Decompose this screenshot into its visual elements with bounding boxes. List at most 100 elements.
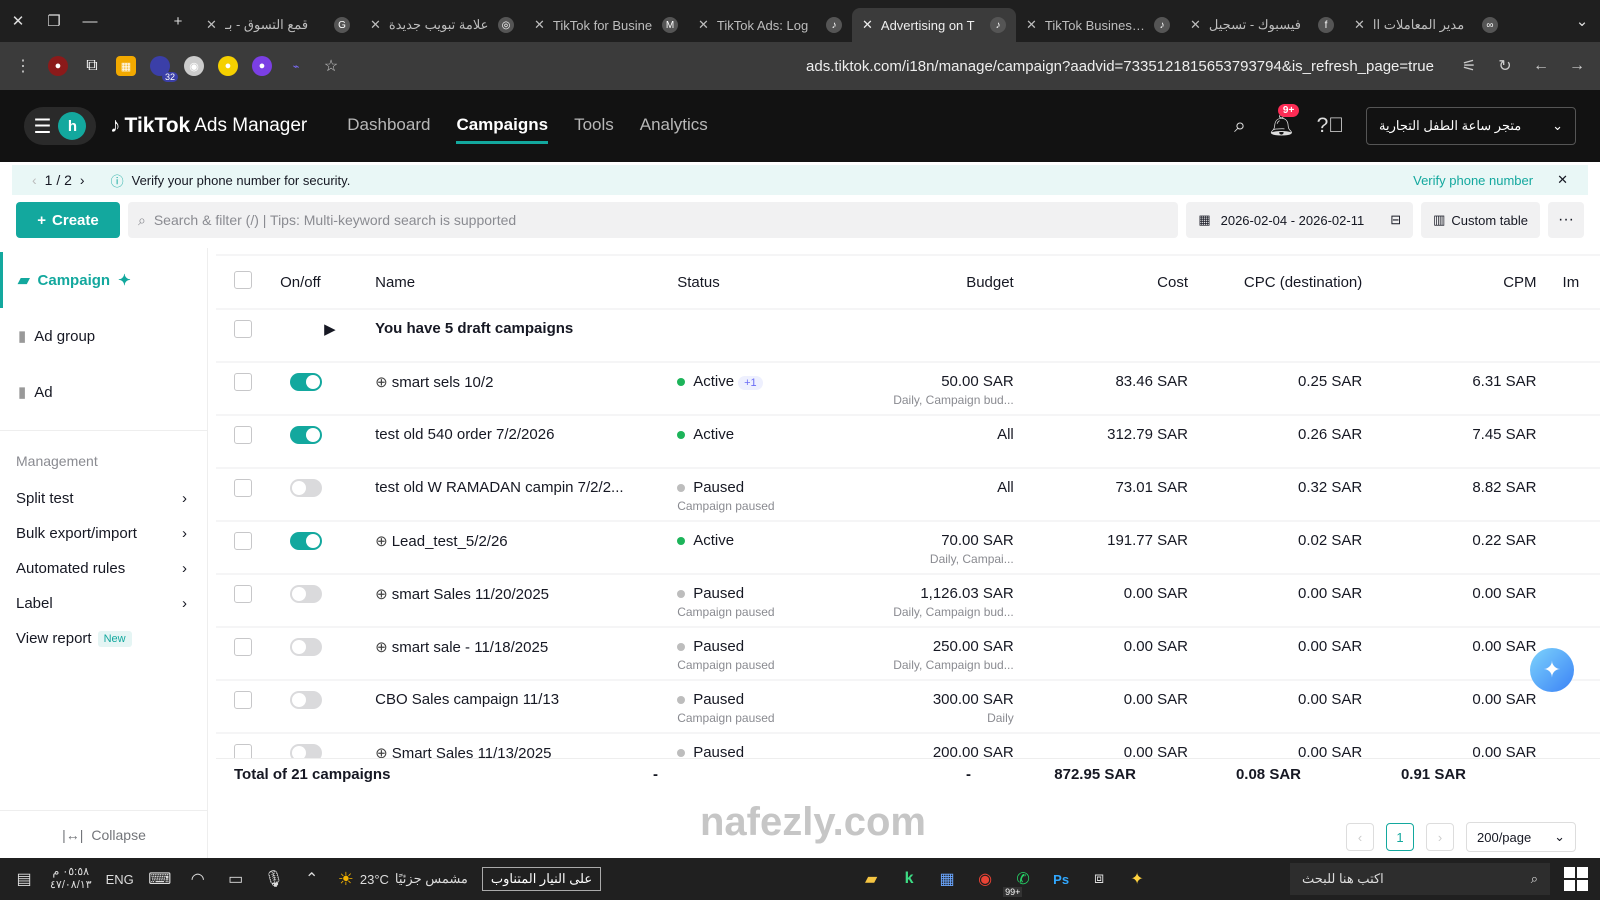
campaign-toggle[interactable] — [290, 479, 323, 497]
sidebar-item-bulk-export[interactable]: Bulk export/import › — [0, 516, 207, 551]
browser-tab[interactable]: ✕ TikTok Business C ♪ — [1016, 8, 1180, 42]
file-explorer-icon[interactable]: ▰ — [859, 867, 883, 891]
close-tab-icon[interactable]: ✕ — [1190, 17, 1201, 33]
campaign-name-link[interactable]: test old W RAMADAN campin 7/2/2... — [375, 479, 623, 496]
forward-icon[interactable]: → — [1566, 57, 1588, 75]
nav-campaigns[interactable]: Campaigns — [456, 109, 549, 144]
row-checkbox[interactable] — [234, 426, 252, 444]
avatar[interactable]: h — [58, 112, 87, 140]
extension-icon[interactable]: ▦ — [116, 56, 136, 76]
search-icon[interactable]: ⌕ — [1234, 114, 1246, 138]
extension-icon[interactable]: ◉ — [184, 56, 204, 76]
table-row[interactable]: CBO Sales campaign 11/13 Paused Campaign p… — [216, 681, 1600, 732]
collapse-button[interactable]: |↔| Collapse — [0, 810, 208, 858]
campaign-name-link[interactable]: smart sels 10/2 — [392, 374, 494, 391]
header-cpc[interactable]: CPC (destination) — [1194, 256, 1369, 308]
microphone-icon[interactable]: 🎙︎ — [262, 867, 286, 891]
app-k-icon[interactable]: k — [897, 867, 921, 891]
extension-icon[interactable]: ● — [218, 56, 238, 76]
browser-tab[interactable]: ✕ TikTok Ads: Log ♪ — [688, 8, 852, 42]
create-button[interactable]: + Create — [16, 202, 120, 238]
tab-search-icon[interactable]: ⌄ — [1564, 12, 1600, 30]
ai-assistant-button[interactable]: ✦ — [1530, 648, 1574, 692]
close-tab-icon[interactable]: ✕ — [534, 17, 545, 33]
sidebar-item-split-test[interactable]: Split test › — [0, 481, 207, 516]
taskbar-search[interactable]: اكتب هنا للبحث ⌕ — [1290, 863, 1550, 895]
whatsapp-icon[interactable]: ✆ 99+ — [1003, 867, 1035, 897]
restore-window-icon[interactable]: ❐ — [36, 12, 72, 30]
chevron-right-icon[interactable]: › — [80, 172, 85, 188]
row-checkbox[interactable] — [234, 373, 252, 391]
verify-phone-link[interactable]: Verify phone number — [1413, 173, 1533, 188]
bookmark-star-icon[interactable]: ☆ — [320, 56, 342, 76]
header-cpm[interactable]: CPM — [1368, 256, 1543, 308]
windows-start-icon[interactable] — [1564, 867, 1588, 891]
browser-tab[interactable]: ✕ قمع التسوق - بـ G — [196, 8, 360, 42]
notifications-icon[interactable]: ▤ — [12, 867, 36, 891]
row-checkbox[interactable] — [234, 532, 252, 550]
table-row[interactable]: ⊕ Lead_test_5/2/26 Active 70.00 SAR Daily, C… — [216, 522, 1600, 573]
date-range-picker[interactable]: ▦ 2026-02-04 - 2026-02-11 ⊟ — [1186, 202, 1414, 238]
table-row[interactable]: ⊕ smart sels 10/2 Active +1 50.00 SAR Daily, … — [216, 363, 1600, 414]
keyboard-icon[interactable]: ⌨ — [148, 867, 172, 891]
campaign-toggle[interactable] — [290, 373, 323, 391]
campaign-toggle[interactable] — [290, 426, 323, 444]
account-selector[interactable]: متجر ساعة الطفل التجارية ⌄ — [1366, 107, 1576, 145]
browser-tab[interactable]: ✕ علامة تبويب جديدة ◎ — [360, 8, 524, 42]
clock[interactable]: ٠٥:٥٨ م ٤٧/٠٨/١٣ — [50, 866, 92, 892]
close-tab-icon[interactable]: ✕ — [698, 17, 709, 33]
chevron-up-icon[interactable]: ⌃ — [300, 867, 324, 891]
close-tab-icon[interactable]: ✕ — [206, 17, 217, 33]
campaign-toggle[interactable] — [290, 585, 323, 603]
prev-page-button[interactable]: ‹ — [1346, 823, 1374, 851]
header-budget[interactable]: Budget — [829, 256, 1020, 308]
weather-widget[interactable]: ☀ 23°C مشمس جزئيًا — [338, 869, 468, 890]
address-bar[interactable]: ads.tiktok.com/i18n/manage/campaign?aadv… — [356, 58, 1444, 75]
campaign-toggle[interactable] — [290, 532, 323, 550]
sidebar-item-label-menu[interactable]: Label › — [0, 586, 207, 621]
table-row[interactable]: ⊕ smart Sales 11/20/2025 Paused Campaign pa… — [216, 575, 1600, 626]
extension-icon[interactable]: ⌁ — [286, 56, 306, 76]
browser-tab[interactable]: ✕ مدير المعاملات اا ∞ — [1344, 8, 1508, 42]
table-row[interactable]: ⊕ smart sale - 11/18/2025 Paused Campaign p… — [216, 628, 1600, 679]
row-checkbox[interactable] — [234, 638, 252, 656]
expand-triangle-icon[interactable]: ▶ — [324, 321, 336, 338]
back-icon[interactable]: ← — [1530, 57, 1552, 75]
campaign-toggle[interactable] — [290, 638, 323, 656]
search-input[interactable]: ⌕ Search & filter (/) | Tips: Multi-keyw… — [128, 202, 1179, 238]
chrome-icon[interactable]: ◉ — [973, 867, 997, 891]
page-number-button[interactable]: 1 — [1386, 823, 1414, 851]
row-checkbox[interactable] — [234, 479, 252, 497]
bell-icon[interactable]: 🔔︎ 9+ — [1268, 104, 1300, 138]
browser-tab[interactable]: ✕ فيسبوك - تسجيل f — [1180, 8, 1344, 42]
hamburger-menu-icon[interactable]: ☰ — [34, 114, 52, 139]
header-status[interactable]: Status — [671, 256, 830, 308]
tiktok-logo[interactable]: ♪ TikTok Ads Manager — [110, 114, 307, 138]
close-tab-icon[interactable]: ✕ — [370, 17, 381, 33]
row-checkbox[interactable] — [234, 585, 252, 603]
wifi-icon[interactable]: ◠ — [186, 867, 210, 891]
extensions-puzzle-icon[interactable]: ⧉ — [82, 56, 102, 76]
header-onoff[interactable]: On/off — [274, 256, 370, 308]
new-tab-icon[interactable]: + — [160, 13, 196, 30]
nav-analytics[interactable]: Analytics — [640, 109, 708, 144]
close-tab-icon[interactable]: ✕ — [1354, 17, 1365, 33]
table-row[interactable]: test old 540 order 7/2/2026 Active All 312.… — [216, 416, 1600, 467]
row-checkbox[interactable] — [234, 691, 252, 709]
extension-icon[interactable]: ● — [252, 56, 272, 76]
browser-tab[interactable]: ✕ Advertising on T ♪ — [852, 8, 1016, 42]
campaign-toggle[interactable] — [290, 691, 323, 709]
nav-tools[interactable]: Tools — [574, 109, 614, 144]
more-options-button[interactable]: ··· — [1548, 202, 1584, 238]
header-cost[interactable]: Cost — [1019, 256, 1194, 308]
language-indicator[interactable]: ENG — [106, 872, 134, 887]
campaign-name-link[interactable]: smart Sales 11/20/2025 — [392, 586, 549, 603]
campaign-name-link[interactable]: Lead_test_5/2/26 — [392, 533, 508, 550]
menu-avatar-group[interactable]: ☰ h — [24, 107, 96, 145]
minimize-window-icon[interactable]: — — [72, 13, 108, 30]
table-row[interactable]: test old W RAMADAN campin 7/2/2... Paused… — [216, 469, 1600, 520]
page-size-select[interactable]: 200/page ⌄ — [1466, 822, 1576, 852]
sidebar-item-campaign[interactable]: ▰ Campaign ✦ — [0, 252, 207, 308]
reload-icon[interactable]: ↻ — [1494, 56, 1516, 76]
app-grid-icon[interactable]: ▦ — [935, 867, 959, 891]
